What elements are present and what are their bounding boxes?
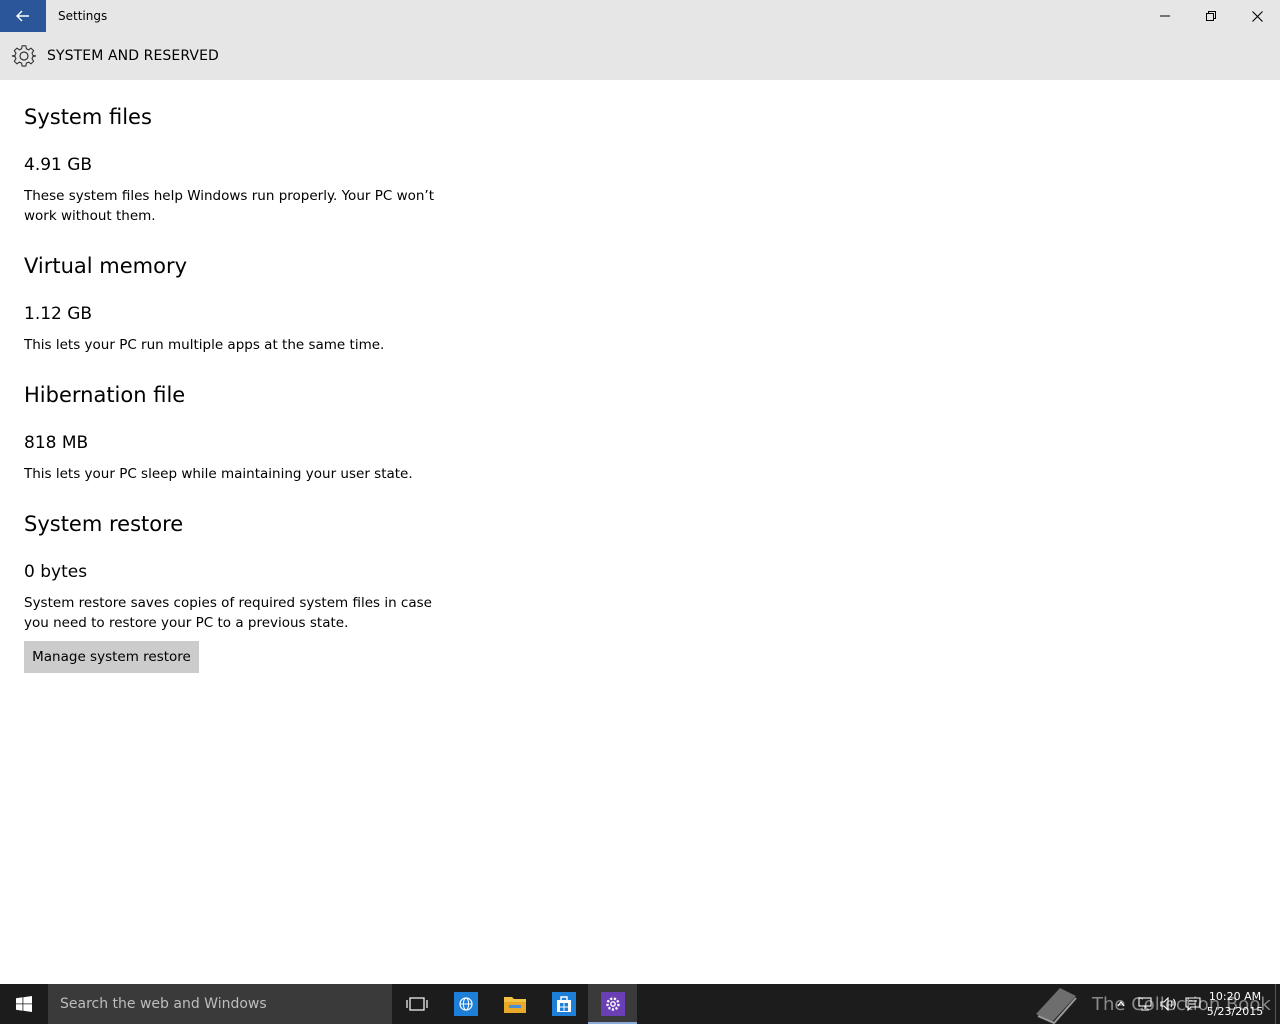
book-icon — [1036, 988, 1077, 1024]
section-size: 4.91 GB — [24, 155, 93, 175]
settings-gear-icon — [600, 992, 625, 1016]
back-arrow-icon — [16, 10, 29, 22]
network-icon — [1138, 997, 1152, 1011]
section-title: System restore — [24, 512, 184, 536]
windows-logo-icon — [16, 996, 32, 1012]
section-size: 1.12 GB — [24, 304, 93, 324]
section-title: Virtual memory — [24, 254, 188, 278]
store-icon — [551, 992, 576, 1016]
chevron-up-icon — [1117, 1001, 1125, 1007]
close-button[interactable] — [1234, 0, 1280, 32]
taskbar-app-file-explorer[interactable] — [490, 984, 539, 1024]
search-input[interactable] — [60, 996, 380, 1012]
page-title: SYSTEM AND RESERVED — [47, 48, 219, 64]
action-center-button[interactable] — [1181, 984, 1205, 1024]
show-hidden-icons-button[interactable] — [1109, 984, 1133, 1024]
page-header: SYSTEM AND RESERVED — [0, 32, 1280, 80]
start-button[interactable] — [0, 984, 48, 1024]
section-size: 818 MB — [24, 433, 89, 453]
title-bar: Settings — [0, 0, 1280, 32]
network-button[interactable] — [1133, 984, 1157, 1024]
close-icon — [1251, 10, 1263, 22]
minimize-icon — [1160, 15, 1170, 17]
notification-icon — [1185, 997, 1201, 1011]
folder-icon — [503, 997, 526, 1013]
clock-date: 5/23/2015 — [1206, 1005, 1264, 1018]
gear-icon — [11, 45, 37, 67]
system-tray: 10:20 AM 5/23/2015 — [1109, 984, 1280, 1024]
taskbar-clock[interactable]: 10:20 AM 5/23/2015 — [1205, 989, 1265, 1019]
window-title: Settings — [58, 9, 108, 23]
taskbar-app-store[interactable] — [539, 984, 588, 1024]
minimize-button[interactable] — [1142, 0, 1188, 32]
taskbar-search[interactable] — [48, 984, 392, 1024]
volume-button[interactable] — [1157, 984, 1181, 1024]
volume-icon — [1160, 997, 1176, 1011]
window-controls — [1142, 0, 1280, 32]
restore-button[interactable] — [1188, 0, 1234, 32]
section-description: This lets your PC run multiple apps at t… — [24, 337, 385, 353]
task-view-button[interactable] — [392, 984, 441, 1024]
clock-time: 10:20 AM — [1208, 990, 1262, 1003]
section-title: Hibernation file — [24, 383, 186, 407]
section-title: System files — [24, 105, 152, 129]
section-size: 0 bytes — [24, 562, 88, 582]
taskbar-app-settings[interactable] — [588, 984, 637, 1024]
section-description: These system files help Windows run prop… — [24, 188, 435, 224]
restore-icon — [1206, 11, 1216, 21]
task-view-icon — [405, 997, 428, 1011]
back-button[interactable] — [0, 0, 46, 32]
section-description: System restore saves copies of required … — [24, 595, 432, 631]
section-description: This lets your PC sleep while maintainin… — [24, 466, 413, 482]
manage-system-restore-button[interactable]: Manage system restore — [24, 641, 199, 673]
taskbar-app-browser[interactable] — [441, 984, 490, 1024]
globe-icon — [453, 992, 478, 1016]
show-desktop-button[interactable] — [1275, 984, 1280, 1024]
